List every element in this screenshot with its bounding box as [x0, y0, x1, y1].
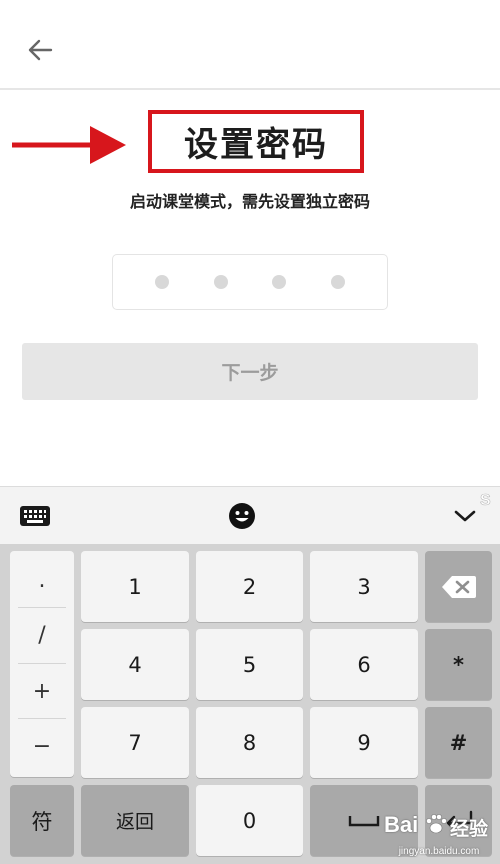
symbol-column[interactable]: . / + −: [10, 551, 74, 777]
pin-dot: [330, 275, 345, 289]
symbol-key-minus[interactable]: −: [10, 719, 74, 774]
backspace-icon: [441, 575, 476, 598]
key-0[interactable]: 0: [196, 785, 303, 856]
baidu-jingyan-watermark: Bai 经验 jingyan.baidu.com: [380, 808, 498, 860]
svg-text:S: S: [480, 492, 491, 509]
key-8[interactable]: 8: [196, 707, 303, 778]
watermark-brand: Bai: [384, 812, 419, 837]
return-key[interactable]: 返回: [81, 785, 189, 856]
key-6[interactable]: 6: [310, 629, 418, 700]
symbol-key-plus[interactable]: +: [10, 664, 74, 719]
back-button[interactable]: [20, 30, 60, 70]
symbol-key-slash[interactable]: /: [10, 608, 74, 663]
page-subtitle: 启动课堂模式，需先设置独立密码: [129, 192, 370, 211]
title-highlight-box: 设置密码: [148, 110, 364, 173]
watermark-brand-2: 经验: [450, 819, 489, 840]
backspace-key[interactable]: [425, 551, 492, 622]
annotation-arrow-icon: [12, 126, 126, 164]
emoji-button[interactable]: [224, 498, 260, 534]
key-4[interactable]: 4: [81, 629, 189, 700]
pin-dot: [155, 275, 170, 289]
key-3[interactable]: 3: [310, 551, 418, 622]
star-key[interactable]: *: [425, 629, 492, 700]
key-5[interactable]: 5: [196, 629, 303, 700]
pin-dot: [213, 275, 228, 289]
next-step-button[interactable]: 下一步: [22, 343, 478, 400]
key-7[interactable]: 7: [81, 707, 189, 778]
pin-dot: [272, 275, 287, 289]
emoji-icon: [229, 503, 255, 529]
chevron-down-icon: [454, 510, 476, 522]
watermark-corner-icon: S: [480, 492, 492, 509]
keyboard-toolbar: S: [0, 486, 500, 544]
watermark-url: jingyan.baidu.com: [398, 846, 480, 857]
page-title: 设置密码: [184, 125, 328, 165]
arrow-left-icon: [28, 39, 53, 61]
space-icon: [348, 815, 380, 826]
paw-icon: [426, 814, 447, 834]
key-1[interactable]: 1: [81, 551, 189, 622]
key-2[interactable]: 2: [196, 551, 303, 622]
symbol-key-dot[interactable]: .: [10, 553, 74, 608]
password-input[interactable]: [112, 254, 388, 310]
key-9[interactable]: 9: [310, 707, 418, 778]
symbols-key[interactable]: 符: [10, 785, 74, 856]
hash-key[interactable]: #: [425, 707, 492, 778]
keyboard-switch-button[interactable]: [17, 498, 53, 534]
keyboard-icon: [20, 506, 50, 526]
app-header: [0, 0, 500, 90]
